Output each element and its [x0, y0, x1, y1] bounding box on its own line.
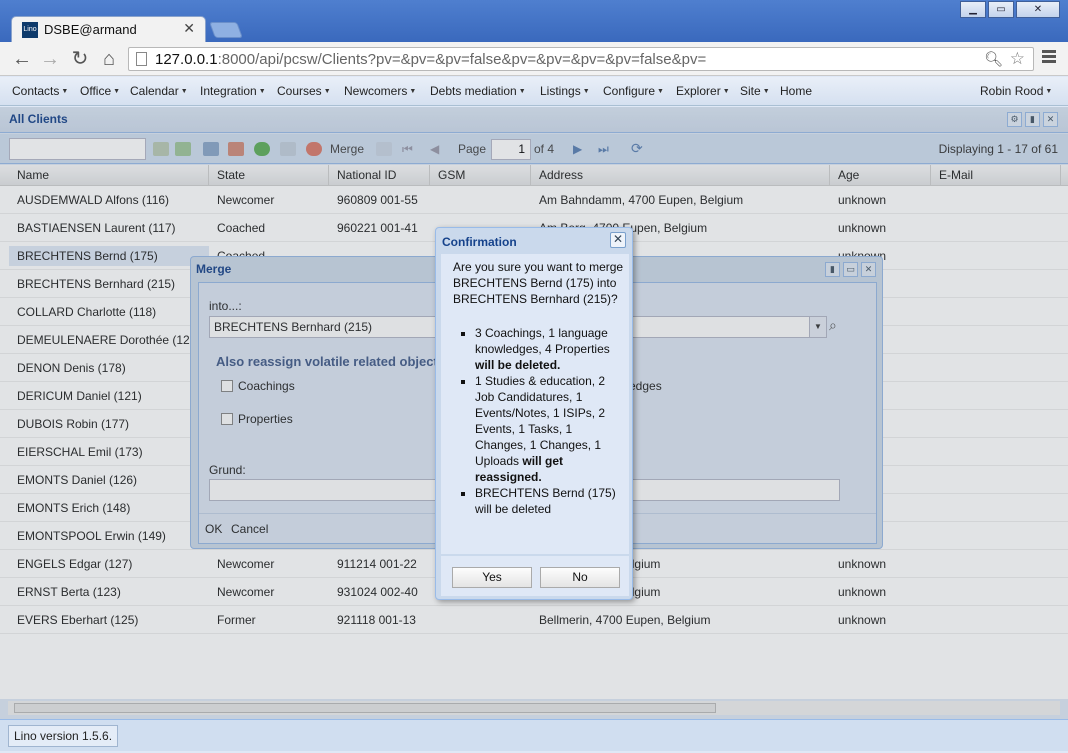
- no-button[interactable]: No: [540, 567, 620, 588]
- menu-debts-mediation[interactable]: Debts mediation ▼: [430, 84, 526, 98]
- confirm-close-icon[interactable]: ✕: [610, 232, 626, 248]
- menu-calendar[interactable]: Calendar ▼: [130, 84, 188, 98]
- confirm-body: Are you sure you want to merge BRECHTENS…: [441, 254, 629, 554]
- yes-button[interactable]: Yes: [452, 567, 532, 588]
- menu-configure[interactable]: Configure ▼: [603, 84, 664, 98]
- confirm-buttons: Yes No: [441, 556, 629, 596]
- list-item: BRECHTENS Bernd (175) will be deleted: [475, 485, 623, 517]
- confirmation-dialog: Confirmation ✕ Are you sure you want to …: [435, 227, 633, 600]
- page-icon: [136, 52, 147, 66]
- bookmark-star-icon[interactable]: ☆: [1010, 49, 1025, 69]
- tab-close-icon[interactable]: ✕: [183, 20, 195, 37]
- confirm-title: Confirmation: [442, 235, 517, 249]
- menu-office[interactable]: Office ▼: [80, 84, 120, 98]
- maximize-icon[interactable]: ▭: [988, 1, 1014, 18]
- confirm-details-list: 3 Coachings, 1 language knowledges, 4 Pr…: [453, 325, 623, 517]
- forward-icon[interactable]: →: [38, 48, 62, 70]
- user-menu[interactable]: Robin Rood ▼: [980, 84, 1052, 98]
- window-close-icon[interactable]: ✕: [1016, 1, 1060, 18]
- favicon-icon: Lino: [22, 22, 38, 38]
- minimize-icon[interactable]: ▁: [960, 1, 986, 18]
- app-menu-bar: Contacts ▼ Office ▼ Calendar ▼ Integration ▼…: [0, 77, 1068, 106]
- menu-courses[interactable]: Courses ▼: [277, 84, 331, 98]
- menu-newcomers[interactable]: Newcomers ▼: [344, 84, 416, 98]
- tab-title: DSBE@armand: [44, 22, 137, 37]
- confirm-question: Are you sure you want to merge BRECHTENS…: [453, 260, 624, 306]
- menu-home[interactable]: Home: [780, 84, 812, 98]
- home-icon[interactable]: ⌂: [97, 48, 121, 70]
- back-icon[interactable]: ←: [10, 48, 34, 70]
- zoom-icon[interactable]: 🔍︎: [984, 50, 1003, 68]
- menu-integration[interactable]: Integration ▼: [200, 84, 266, 98]
- window-controls: ▁ ▭ ✕: [958, 1, 1060, 18]
- new-tab-button[interactable]: [209, 22, 243, 38]
- browser-tab[interactable]: Lino DSBE@armand ✕: [11, 16, 206, 42]
- address-bar[interactable]: 127.0.0.1:8000/api/pcsw/Clients?pv=&pv=&…: [128, 47, 1034, 71]
- browser-titlebar: Lino DSBE@armand ✕ ▁ ▭ ✕: [0, 0, 1068, 42]
- browser-menu-icon[interactable]: [1042, 50, 1056, 65]
- reload-icon[interactable]: ↻: [68, 48, 92, 70]
- menu-listings[interactable]: Listings ▼: [540, 84, 590, 98]
- version-label: Lino version 1.5.6.: [8, 725, 119, 747]
- list-item: 3 Coachings, 1 language knowledges, 4 Pr…: [475, 325, 623, 373]
- list-item: 1 Studies & education, 2 Job Candidature…: [475, 373, 623, 485]
- menu-explorer[interactable]: Explorer ▼: [676, 84, 730, 98]
- status-bar: Lino version 1.5.6.: [0, 719, 1068, 751]
- menu-contacts[interactable]: Contacts ▼: [12, 84, 68, 98]
- url-text: 127.0.0.1:8000/api/pcsw/Clients?pv=&pv=&…: [155, 51, 707, 68]
- browser-toolbar: ← → ↻ ⌂ 127.0.0.1:8000/api/pcsw/Clients?…: [0, 42, 1068, 76]
- menu-site[interactable]: Site ▼: [740, 84, 770, 98]
